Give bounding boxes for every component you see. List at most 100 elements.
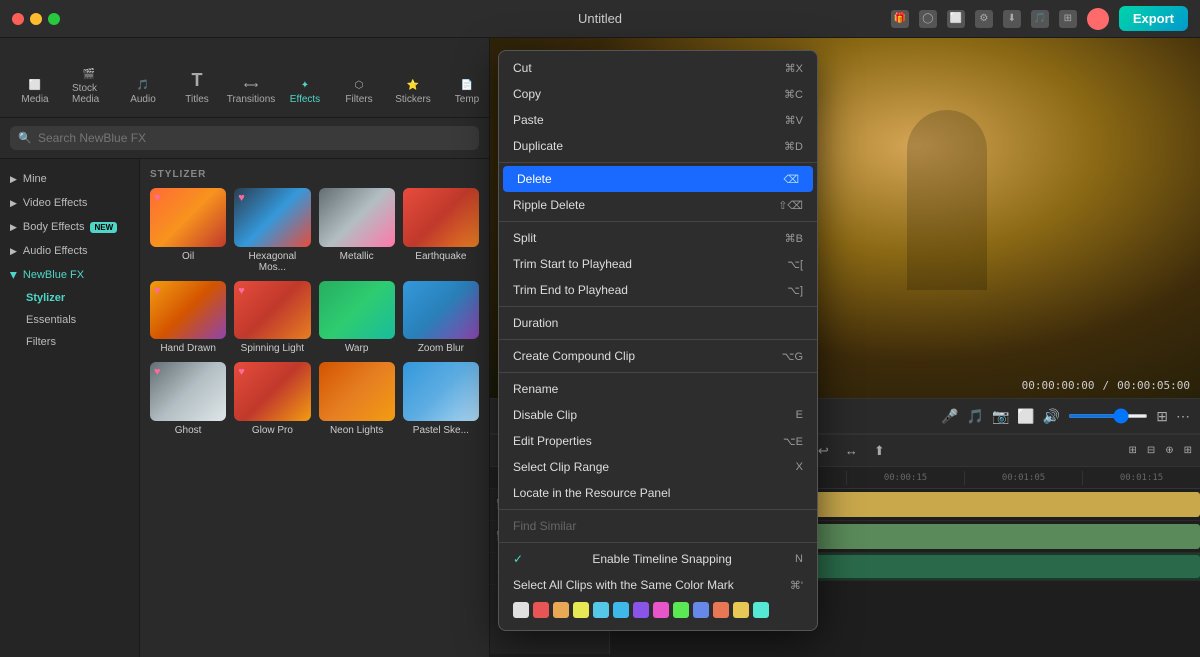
temp-icon: 📄 [461, 80, 473, 91]
sidebar-item-audio-effects[interactable]: ▶ Audio Effects [0, 239, 139, 263]
voiceover-btn[interactable]: 🎵 [967, 408, 984, 425]
effect-item-warp[interactable]: Warp [319, 281, 395, 355]
sidebar-item-filters[interactable]: Filters [16, 331, 139, 353]
effect-item-handdrawn[interactable]: ♥ Hand Drawn [150, 281, 226, 355]
flip-btn[interactable]: ↔ [840, 440, 863, 461]
toolbar-filters[interactable]: ⬡ Filters [334, 76, 384, 109]
pip-btn[interactable]: ⬜ [1017, 408, 1034, 425]
download-icon[interactable]: ⬇ [1003, 10, 1021, 28]
effect-name-glowpro: Glow Pro [234, 425, 310, 436]
menu-item-split[interactable]: Split ⌘B [499, 225, 817, 251]
close-button[interactable] [12, 13, 24, 25]
swatch-blue[interactable] [613, 602, 629, 618]
sidebar-label-mine: Mine [23, 173, 47, 185]
swatch-purple[interactable] [633, 602, 649, 618]
menu-item-trim-end[interactable]: Trim End to Playhead ⌥] [499, 277, 817, 303]
swatch-pink[interactable] [653, 602, 669, 618]
swatch-teal[interactable] [753, 602, 769, 618]
sidebar-item-essentials[interactable]: Essentials [16, 309, 139, 331]
compound-shortcut: ⌥G [782, 350, 803, 363]
toolbar-effects[interactable]: ✦ Effects [280, 76, 330, 109]
stickers-icon: ⭐ [407, 80, 419, 91]
toolbar-temp[interactable]: 📄 Temp [442, 76, 492, 109]
stock-icon: 🎬 [83, 69, 95, 80]
effect-item-oil[interactable]: ♥ Oil [150, 188, 226, 273]
share-icon[interactable]: ⬜ [947, 10, 965, 28]
sidebar-item-stylizer[interactable]: Stylizer [16, 287, 139, 309]
swatch-indigo[interactable] [693, 602, 709, 618]
snapshot-btn[interactable]: 📷 [992, 408, 1009, 425]
toolbar-audio[interactable]: 🎵 Audio [118, 76, 168, 109]
effect-item-metallic[interactable]: Metallic [319, 188, 395, 273]
trim-start-label: Trim Start to Playhead [513, 257, 632, 271]
effect-thumb-spinning: ♥ [234, 281, 310, 340]
toolbar-media[interactable]: ⬜ Media [10, 76, 60, 109]
menu-item-edit-props[interactable]: Edit Properties ⌥E [499, 428, 817, 454]
fullscreen-button[interactable] [48, 13, 60, 25]
effect-item-glowpro[interactable]: ♥ Glow Pro [234, 362, 310, 436]
sidebar-item-body-effects[interactable]: ▶ Body Effects NEW [0, 215, 139, 239]
search-input[interactable] [10, 126, 479, 150]
toolbar-transitions[interactable]: ⟷ Transitions [226, 76, 276, 109]
left-panel: ⬜ Media 🎬 Stock Media 🎵 Audio T Titles ⟷… [0, 38, 490, 657]
mic-btn[interactable]: 🎤 [941, 408, 958, 425]
menu-item-snapping[interactable]: ✓ Enable Timeline Snapping N [499, 546, 817, 572]
effect-item-zoomblur[interactable]: Zoom Blur [403, 281, 479, 355]
heart-icon: ♥ [238, 285, 245, 297]
menu-item-ripple-delete[interactable]: Ripple Delete ⇧⌫ [499, 192, 817, 218]
menu-item-rename[interactable]: Rename [499, 376, 817, 402]
ruler-tick-5: 00:01:15 [1082, 471, 1200, 485]
menu-item-delete[interactable]: Delete ⌫ [503, 166, 813, 192]
gift-icon[interactable]: 🎁 [891, 10, 909, 28]
swatch-gold[interactable] [733, 602, 749, 618]
menu-item-duration[interactable]: Duration [499, 310, 817, 336]
menu-item-duplicate[interactable]: Duplicate ⌘D [499, 133, 817, 159]
notification-icon[interactable]: ◯ [919, 10, 937, 28]
menu-item-copy[interactable]: Copy ⌘C [499, 81, 817, 107]
effect-item-ghost[interactable]: ♥ Ghost [150, 362, 226, 436]
audio-icon[interactable]: 🎵 [1031, 10, 1049, 28]
effect-item-spinning[interactable]: ♥ Spinning Light [234, 281, 310, 355]
menu-item-cut[interactable]: Cut ⌘X [499, 55, 817, 81]
heart-icon: ♥ [154, 366, 161, 378]
swatch-orange[interactable] [553, 602, 569, 618]
more-btn[interactable]: ⋯ [1176, 408, 1190, 425]
swatch-cyan[interactable] [593, 602, 609, 618]
menu-item-paste[interactable]: Paste ⌘V [499, 107, 817, 133]
effect-item-earthquake[interactable]: Earthquake [403, 188, 479, 273]
sidebar-item-mine[interactable]: ▶ Mine [0, 167, 139, 191]
sidebar-item-video-effects[interactable]: ▶ Video Effects [0, 191, 139, 215]
context-menu: Cut ⌘X Copy ⌘C Paste ⌘V Duplicate ⌘D Del… [498, 50, 818, 631]
grid-icon[interactable]: ⊞ [1059, 10, 1077, 28]
swatch-salmon[interactable] [713, 602, 729, 618]
delete-shortcut: ⌫ [783, 173, 799, 186]
volume-icon: 🔊 [1043, 408, 1060, 425]
toolbar-stock[interactable]: 🎬 Stock Media [64, 65, 114, 109]
menu-item-trim-start[interactable]: Trim Start to Playhead ⌥[ [499, 251, 817, 277]
user-avatar[interactable] [1087, 8, 1109, 30]
swatch-red[interactable] [533, 602, 549, 618]
effect-name-zoomblur: Zoom Blur [403, 343, 479, 354]
effect-item-hex[interactable]: ♥ Hexagonal Mos... [234, 188, 310, 273]
minimize-button[interactable] [30, 13, 42, 25]
menu-item-select-range[interactable]: Select Clip Range X [499, 454, 817, 480]
export-small-btn[interactable]: ⬆ [869, 440, 890, 462]
export-button[interactable]: Export [1119, 6, 1188, 31]
toolbar-titles[interactable]: T Titles [172, 66, 222, 109]
swatch-green[interactable] [673, 602, 689, 618]
menu-item-disable[interactable]: Disable Clip E [499, 402, 817, 428]
menu-item-locate[interactable]: Locate in the Resource Panel [499, 480, 817, 506]
menu-item-compound[interactable]: Create Compound Clip ⌥G [499, 343, 817, 369]
swatch-yellow[interactable] [573, 602, 589, 618]
menu-divider-4 [499, 339, 817, 340]
effect-item-neon[interactable]: Neon Lights [319, 362, 395, 436]
toolbar-stickers[interactable]: ⭐ Stickers [388, 76, 438, 109]
menu-item-color-mark[interactable]: Select All Clips with the Same Color Mar… [499, 572, 817, 598]
swatch-white[interactable] [513, 602, 529, 618]
volume-slider[interactable] [1068, 414, 1148, 418]
effect-item-pastel[interactable]: Pastel Ske... [403, 362, 479, 436]
fullscreen-btn[interactable]: ⊞ [1156, 408, 1168, 425]
sidebar-item-newblue[interactable]: ▶ NewBlue FX [0, 263, 139, 287]
media-toolbar: ⬜ Media 🎬 Stock Media 🎵 Audio T Titles ⟷… [0, 38, 489, 118]
settings-icon[interactable]: ⚙ [975, 10, 993, 28]
